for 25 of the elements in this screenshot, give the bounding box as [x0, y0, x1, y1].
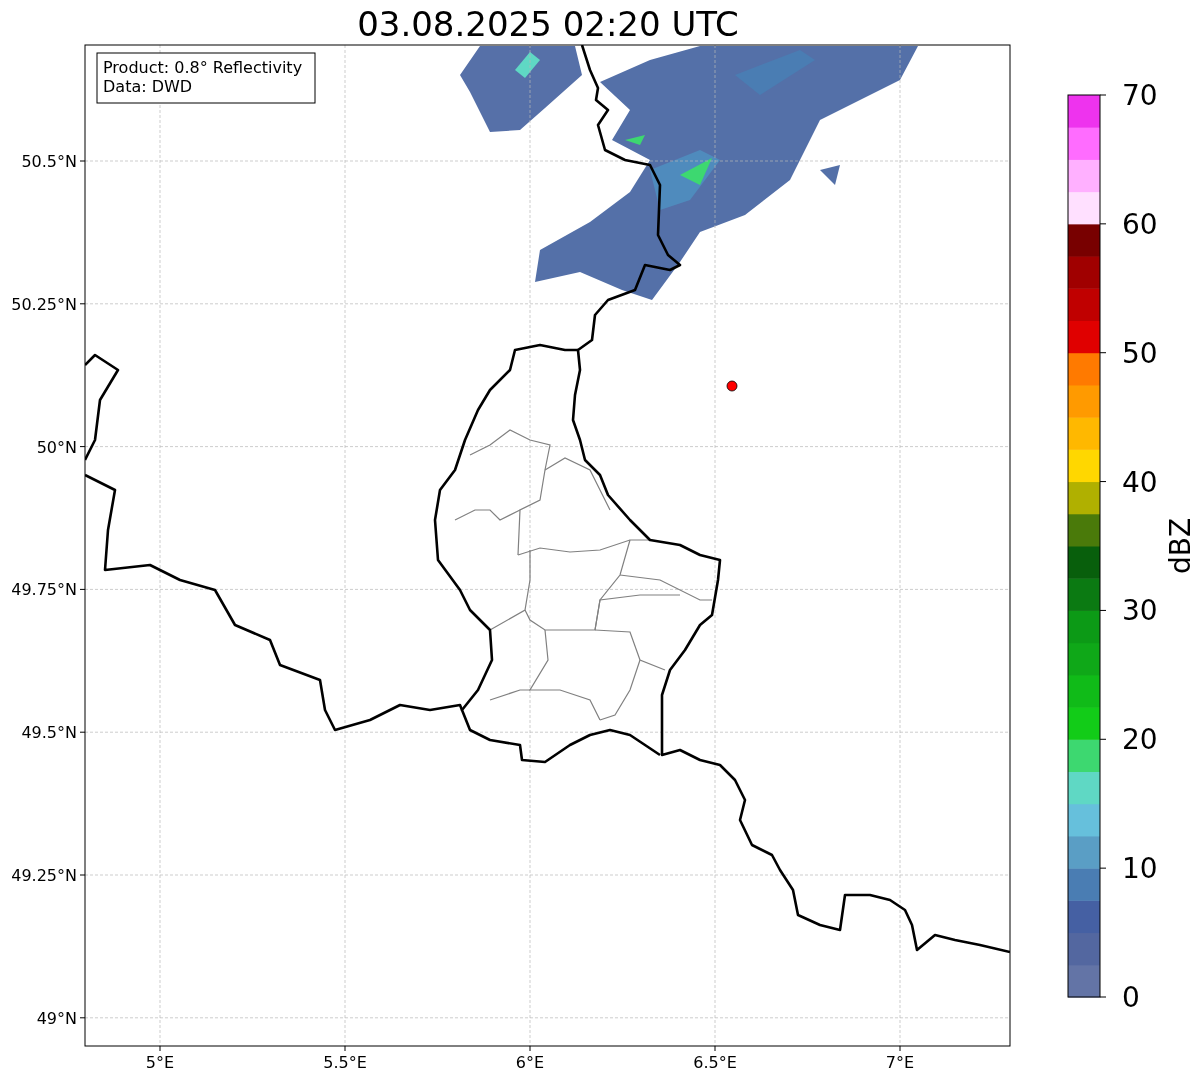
scale-tick-label: 20 [1122, 723, 1158, 757]
scale-tick-label: 10 [1122, 852, 1158, 886]
scale-tick-label: 50 [1122, 336, 1158, 370]
latitude-tick-label: 49.25°N [11, 866, 77, 885]
info-text: Data: DWD [103, 77, 193, 96]
longitude-tick-label: 6.5°E [693, 1053, 737, 1072]
chart-title: 03.08.2025 02:20 UTC [357, 4, 739, 44]
latitude-tick-label: 49.75°N [11, 580, 77, 600]
latitude-tick-label: 50.25°N [11, 294, 77, 314]
radar-site-marker [726, 380, 738, 392]
latitude-tick-label: 50°N [36, 437, 77, 457]
scale-tick-label: 60 [1122, 207, 1158, 241]
info-text: Product: 0.8° Reflectivity [103, 58, 303, 77]
latitude-tick-label: 50.5°N [21, 152, 77, 171]
scale-tick-label: 0 [1122, 981, 1140, 1014]
longitude-tick-label: 5.5°E [323, 1053, 367, 1072]
scale-tick-label: 70 [1122, 79, 1158, 112]
scale-tick-label: 30 [1122, 594, 1158, 628]
scale-tick-label: 40 [1122, 465, 1158, 499]
longitude-tick-label: 7°E [885, 1053, 915, 1072]
longitude-tick-label: 5°E [145, 1053, 175, 1072]
scale-axis-label: dBZ [1164, 517, 1197, 575]
latitude-tick-label: 49°N [36, 1008, 77, 1028]
longitude-tick-label: 6°E [515, 1053, 545, 1072]
latitude-tick-label: 49.5°N [21, 723, 77, 743]
